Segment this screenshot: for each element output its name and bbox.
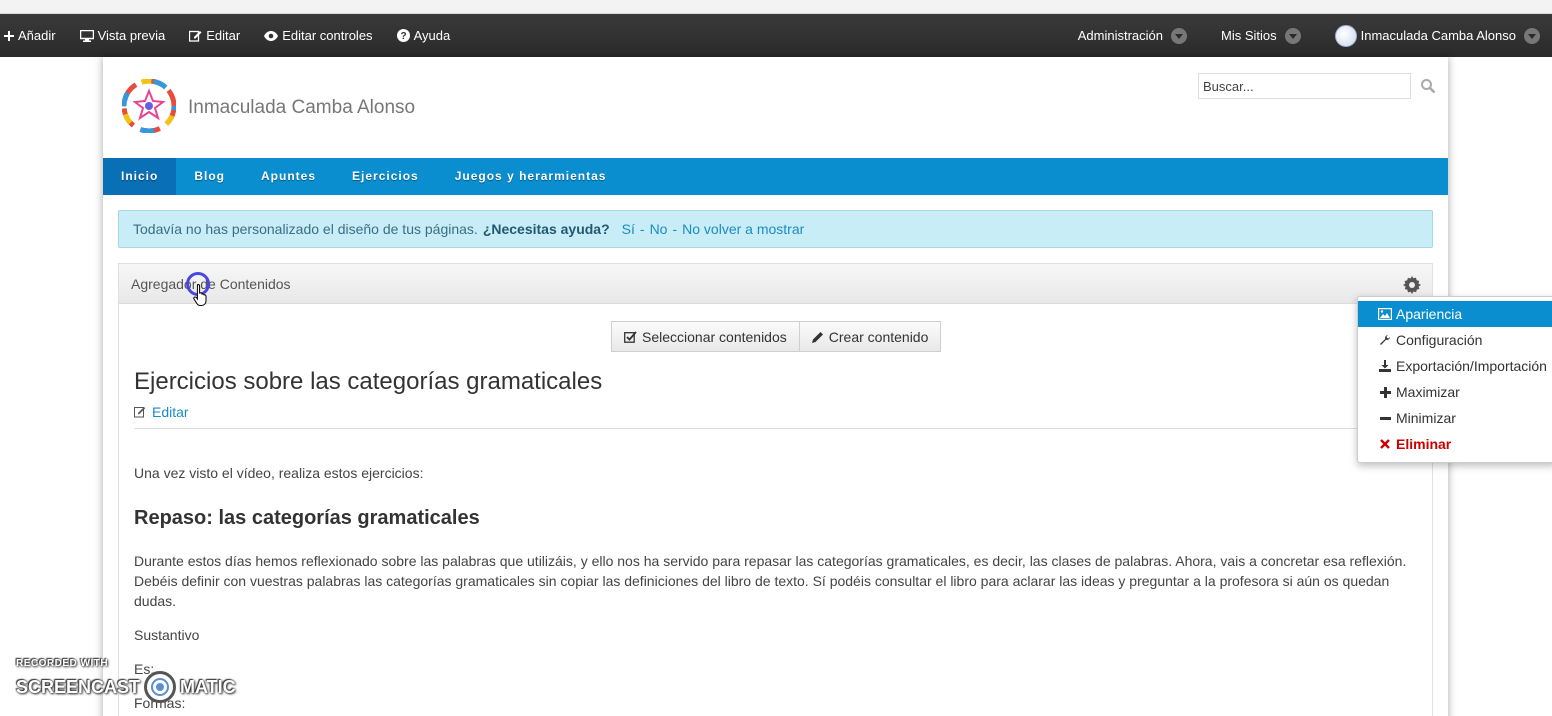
add-label: Añadir [18, 28, 56, 43]
edit-button[interactable]: Editar [189, 28, 240, 43]
edit-icon [189, 30, 202, 42]
menu-item-maximizar[interactable]: Maximizar [1358, 379, 1552, 405]
alert-separator: - [672, 221, 678, 237]
edit-controls-button[interactable]: Editar controles [264, 28, 373, 43]
noun-label: Sustantivo [134, 627, 200, 643]
menu-item-exportacion[interactable]: Exportación/Importación [1358, 353, 1552, 379]
page-container: Inmaculada Camba Alonso Inicio Blog Apun… [103, 57, 1448, 716]
asset-publisher-portlet: Agregador de Contenidos Seleccionar cont… [118, 263, 1433, 716]
menu-label: Exportación/Importación [1396, 358, 1547, 374]
add-button[interactable]: Añadir [4, 28, 56, 43]
create-content-label: Crear contenido [828, 328, 929, 345]
download-icon [1378, 360, 1392, 372]
watermark-left: SCREENCAST [16, 676, 141, 697]
wrench-icon [1378, 334, 1392, 346]
chevron-down-icon [1284, 27, 1301, 44]
menu-label: Apariencia [1396, 306, 1463, 322]
menu-item-configuracion[interactable]: Configuración [1358, 327, 1552, 353]
select-content-label: Seleccionar contenidos [642, 328, 787, 345]
alert-dont-show-link[interactable]: No volver a mostrar [682, 221, 804, 237]
plus-icon [1378, 386, 1392, 398]
alert-no-link[interactable]: No [650, 221, 668, 237]
watermark-brand: SCREENCAST MATIC [16, 671, 236, 703]
pencil-icon [811, 331, 824, 343]
question-circle-icon: ? [396, 29, 410, 42]
menu-item-apariencia[interactable]: Apariencia [1358, 301, 1552, 327]
chevron-down-icon [1171, 27, 1187, 44]
portlet-header[interactable]: Agregador de Contenidos [119, 264, 1432, 304]
alert-separator: - [639, 221, 645, 237]
site-title[interactable]: Inmaculada Camba Alonso [188, 97, 415, 119]
nav-item-ejercicios[interactable]: Ejercicios [334, 158, 437, 195]
close-icon [1378, 439, 1392, 449]
nav-item-apuntes[interactable]: Apuntes [243, 158, 334, 195]
watermark-small: RECORDED WITH [16, 658, 109, 669]
my-sites-label: Mis Sitios [1221, 28, 1277, 43]
nav-item-blog[interactable]: Blog [176, 158, 243, 195]
divider [134, 428, 1416, 429]
body-text: Durante estos días hemos reflexionado so… [134, 553, 1407, 609]
menu-item-eliminar[interactable]: Eliminar [1358, 431, 1552, 457]
checkbox-icon [624, 330, 637, 343]
chevron-down-icon [1524, 27, 1540, 44]
admin-label: Administración [1077, 28, 1163, 43]
avatar [1334, 24, 1357, 47]
search-icon[interactable] [1420, 78, 1436, 94]
my-sites-menu[interactable]: Mis Sitios [1221, 27, 1301, 44]
watermark-right: MATIC [180, 676, 236, 697]
edit-icon [134, 406, 146, 418]
select-content-button[interactable]: Seleccionar contenidos [611, 321, 800, 352]
menu-label: Maximizar [1396, 384, 1460, 400]
portlet-options-menu: Apariencia Configuración Exportación/Imp… [1357, 296, 1552, 463]
admin-menu[interactable]: Administración [1077, 27, 1187, 44]
menu-label: Configuración [1396, 332, 1483, 348]
preview-button[interactable]: Vista previa [79, 28, 166, 43]
gear-icon[interactable] [1403, 276, 1421, 294]
monitor-icon [79, 29, 94, 42]
dockbar-right: Administración Mis Sitios Inmaculada Cam… [1044, 14, 1540, 57]
menu-label: Eliminar [1396, 436, 1452, 452]
menu-label: Minimizar [1396, 410, 1456, 426]
search-input[interactable] [1198, 73, 1411, 99]
alert-yes-link[interactable]: Sí [622, 221, 635, 237]
site-logo[interactable] [121, 78, 177, 134]
user-menu[interactable]: Inmaculada Camba Alonso [1334, 24, 1540, 47]
section-heading: Repaso: las categorías gramaticales [134, 507, 480, 529]
menu-item-minimizar[interactable]: Minimizar [1358, 405, 1552, 431]
eye-icon [264, 30, 279, 41]
nav-item-juegos[interactable]: Juegos y herarmientas [437, 158, 625, 195]
help-button[interactable]: ? Ayuda [396, 28, 451, 43]
content-title[interactable]: Ejercicios sobre las categorías gramatic… [134, 368, 602, 396]
preview-label: Vista previa [97, 28, 166, 43]
screencast-logo-icon [144, 671, 177, 703]
edit-content-link[interactable]: Editar [134, 404, 189, 420]
image-icon [1378, 308, 1392, 320]
customization-alert: Todavía no has personalizado el diseño d… [118, 210, 1433, 248]
plus-icon [4, 30, 14, 41]
create-content-button[interactable]: Crear contenido [799, 321, 942, 352]
edit-label: Editar [206, 28, 241, 43]
edit-controls-label: Editar controles [282, 28, 373, 43]
screencast-watermark: RECORDED WITH SCREENCAST MATIC [16, 658, 236, 703]
intro-text: Una vez visto el vídeo, realiza estos ej… [134, 465, 424, 481]
svg-text:?: ? [400, 31, 406, 42]
user-name: Inmaculada Camba Alonso [1360, 28, 1516, 43]
alert-text: Todavía no has personalizado el diseño d… [133, 221, 478, 237]
main-navigation: Inicio Blog Apuntes Ejercicios Juegos y … [103, 158, 1448, 195]
dockbar-left: Añadir Vista previa Editar Editar contro… [4, 14, 474, 57]
browser-bookmarks-strip [0, 0, 1552, 14]
hand-cursor-icon [193, 283, 211, 307]
nav-item-inicio[interactable]: Inicio [103, 158, 177, 195]
portlet-action-buttons: Seleccionar contenidos Crear contenido [611, 321, 942, 352]
edit-content-label: Editar [152, 404, 189, 420]
minus-icon [1378, 413, 1392, 424]
help-label: Ayuda [413, 28, 451, 43]
dockbar: Añadir Vista previa Editar Editar contro… [0, 14, 1552, 57]
alert-question: ¿Necesitas ayuda? [482, 221, 610, 237]
